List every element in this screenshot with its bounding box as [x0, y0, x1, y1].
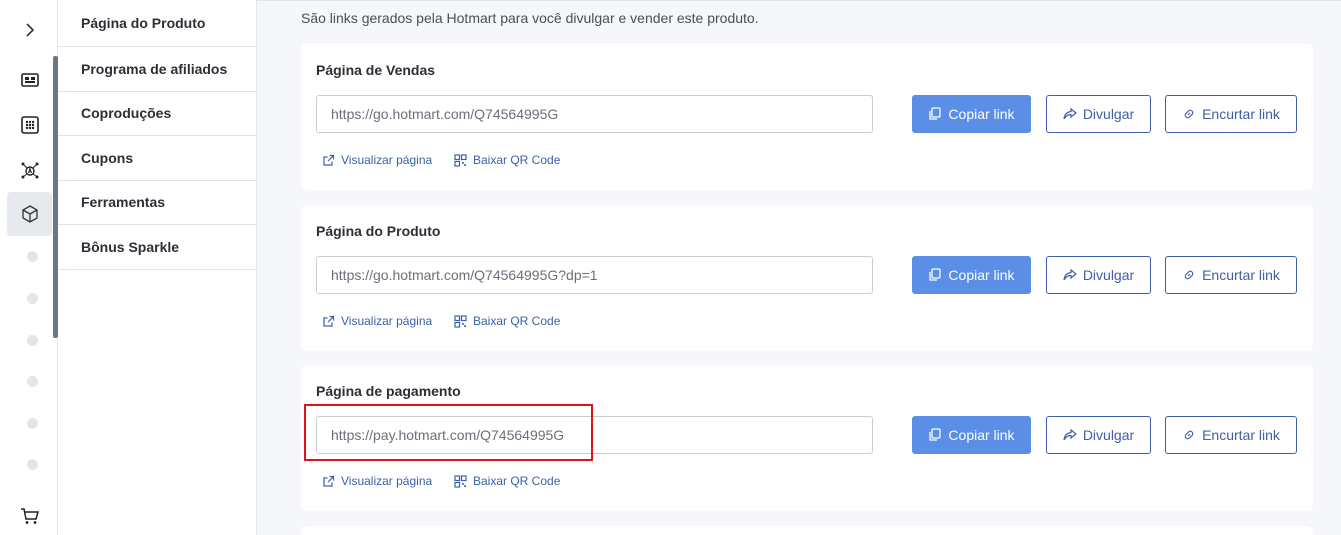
- rail-apps-button[interactable]: [7, 103, 52, 147]
- copy-icon: [929, 428, 942, 441]
- card-title: Página do Produto: [316, 223, 441, 239]
- app: Página do Produto Programa de afiliados …: [0, 0, 1341, 535]
- shorten-link-label: Encurtar link: [1202, 267, 1280, 283]
- submenu-item-coproductions[interactable]: Coproduções: [58, 92, 256, 136]
- grid-icon: [20, 116, 39, 134]
- expand-menu-button[interactable]: [7, 8, 52, 52]
- download-qr-label: Baixar QR Code: [473, 153, 561, 167]
- view-page-label: Visualizar página: [341, 314, 433, 328]
- copy-link-button[interactable]: Copiar link: [912, 95, 1031, 133]
- share-icon: [1063, 268, 1077, 281]
- qr-code-icon: [454, 153, 467, 167]
- rail-placeholder-dot: [27, 459, 38, 470]
- share-label: Divulgar: [1082, 427, 1135, 443]
- shorten-link-label: Encurtar link: [1202, 427, 1280, 443]
- rail-dashboard-button[interactable]: [7, 58, 52, 102]
- qr-code-icon: [454, 474, 467, 488]
- download-qr-label: Baixar QR Code: [473, 474, 561, 488]
- rail-network-button[interactable]: [7, 148, 52, 192]
- card-title: Página de Vendas: [316, 62, 436, 78]
- link-url-field[interactable]: [316, 256, 873, 294]
- submenu-item-sparkle-bonus[interactable]: Bônus Sparkle: [58, 225, 256, 270]
- view-page-link[interactable]: Visualizar página: [322, 314, 432, 328]
- chevron-right-icon: [25, 23, 34, 37]
- view-page-link[interactable]: Visualizar página: [322, 153, 432, 167]
- network-icon: [21, 162, 38, 179]
- qr-code-icon: [454, 314, 467, 328]
- rail-placeholder-dot: [27, 251, 38, 262]
- submenu-item-product-page[interactable]: Página do Produto: [58, 0, 256, 47]
- external-link-icon: [323, 154, 335, 166]
- rail-placeholder-dot: [27, 418, 38, 429]
- copy-link-label: Copiar link: [948, 267, 1015, 283]
- share-icon: [1063, 428, 1077, 441]
- cube-icon: [21, 205, 38, 223]
- download-qr-link[interactable]: Baixar QR Code: [454, 153, 560, 167]
- share-label: Divulgar: [1082, 267, 1135, 283]
- shorten-link-button[interactable]: Encurtar link: [1165, 416, 1297, 454]
- link-url-field[interactable]: [316, 95, 873, 133]
- link-icon: [1184, 270, 1194, 280]
- links-intro-text: São links gerados pela Hotmart para você…: [301, 10, 759, 26]
- copy-link-label: Copiar link: [948, 427, 1015, 443]
- copy-link-button[interactable]: Copiar link: [912, 416, 1031, 454]
- cart-icon: [20, 508, 39, 524]
- copy-icon: [929, 107, 942, 120]
- share-button[interactable]: Divulgar: [1046, 256, 1151, 294]
- link-card-product-page: Página do Produto Copiar link Divulgar E…: [301, 205, 1313, 351]
- link-icon: [1184, 430, 1194, 440]
- submenu-item-affiliates[interactable]: Programa de afiliados: [58, 47, 256, 92]
- share-button[interactable]: Divulgar: [1046, 95, 1151, 133]
- rail-placeholder-dot: [27, 335, 38, 346]
- copy-icon: [929, 268, 942, 281]
- next-link-card: [301, 526, 1313, 535]
- external-link-icon: [323, 315, 335, 327]
- view-page-label: Visualizar página: [341, 474, 433, 488]
- copy-link-label: Copiar link: [948, 106, 1015, 122]
- rail-cart-button[interactable]: [7, 494, 52, 535]
- copy-link-button[interactable]: Copiar link: [912, 256, 1031, 294]
- submenu-item-coupons[interactable]: Cupons: [58, 136, 256, 181]
- link-card-sales-page: Página de Vendas Copiar link Divulgar En…: [301, 44, 1313, 190]
- product-submenu: Página do Produto Programa de afiliados …: [58, 0, 257, 535]
- view-page-link[interactable]: Visualizar página: [322, 474, 432, 488]
- card-title: Página de pagamento: [316, 383, 461, 399]
- download-qr-link[interactable]: Baixar QR Code: [454, 474, 560, 488]
- rail-products-button[interactable]: [7, 192, 52, 236]
- download-qr-label: Baixar QR Code: [473, 314, 561, 328]
- link-icon: [1184, 109, 1194, 119]
- view-page-label: Visualizar página: [341, 153, 433, 167]
- highlight-box: [304, 404, 593, 461]
- shorten-link-button[interactable]: Encurtar link: [1165, 95, 1297, 133]
- submenu-item-tools[interactable]: Ferramentas: [58, 181, 256, 225]
- share-button[interactable]: Divulgar: [1046, 416, 1151, 454]
- rail-placeholder-dot: [27, 293, 38, 304]
- share-icon: [1063, 107, 1077, 120]
- icon-rail: [0, 0, 58, 535]
- share-label: Divulgar: [1082, 106, 1135, 122]
- shorten-link-button[interactable]: Encurtar link: [1165, 256, 1297, 294]
- dashboard-icon: [20, 73, 39, 87]
- rail-placeholder-dot: [27, 376, 38, 387]
- shorten-link-label: Encurtar link: [1202, 106, 1280, 122]
- external-link-icon: [323, 475, 335, 487]
- download-qr-link[interactable]: Baixar QR Code: [454, 314, 560, 328]
